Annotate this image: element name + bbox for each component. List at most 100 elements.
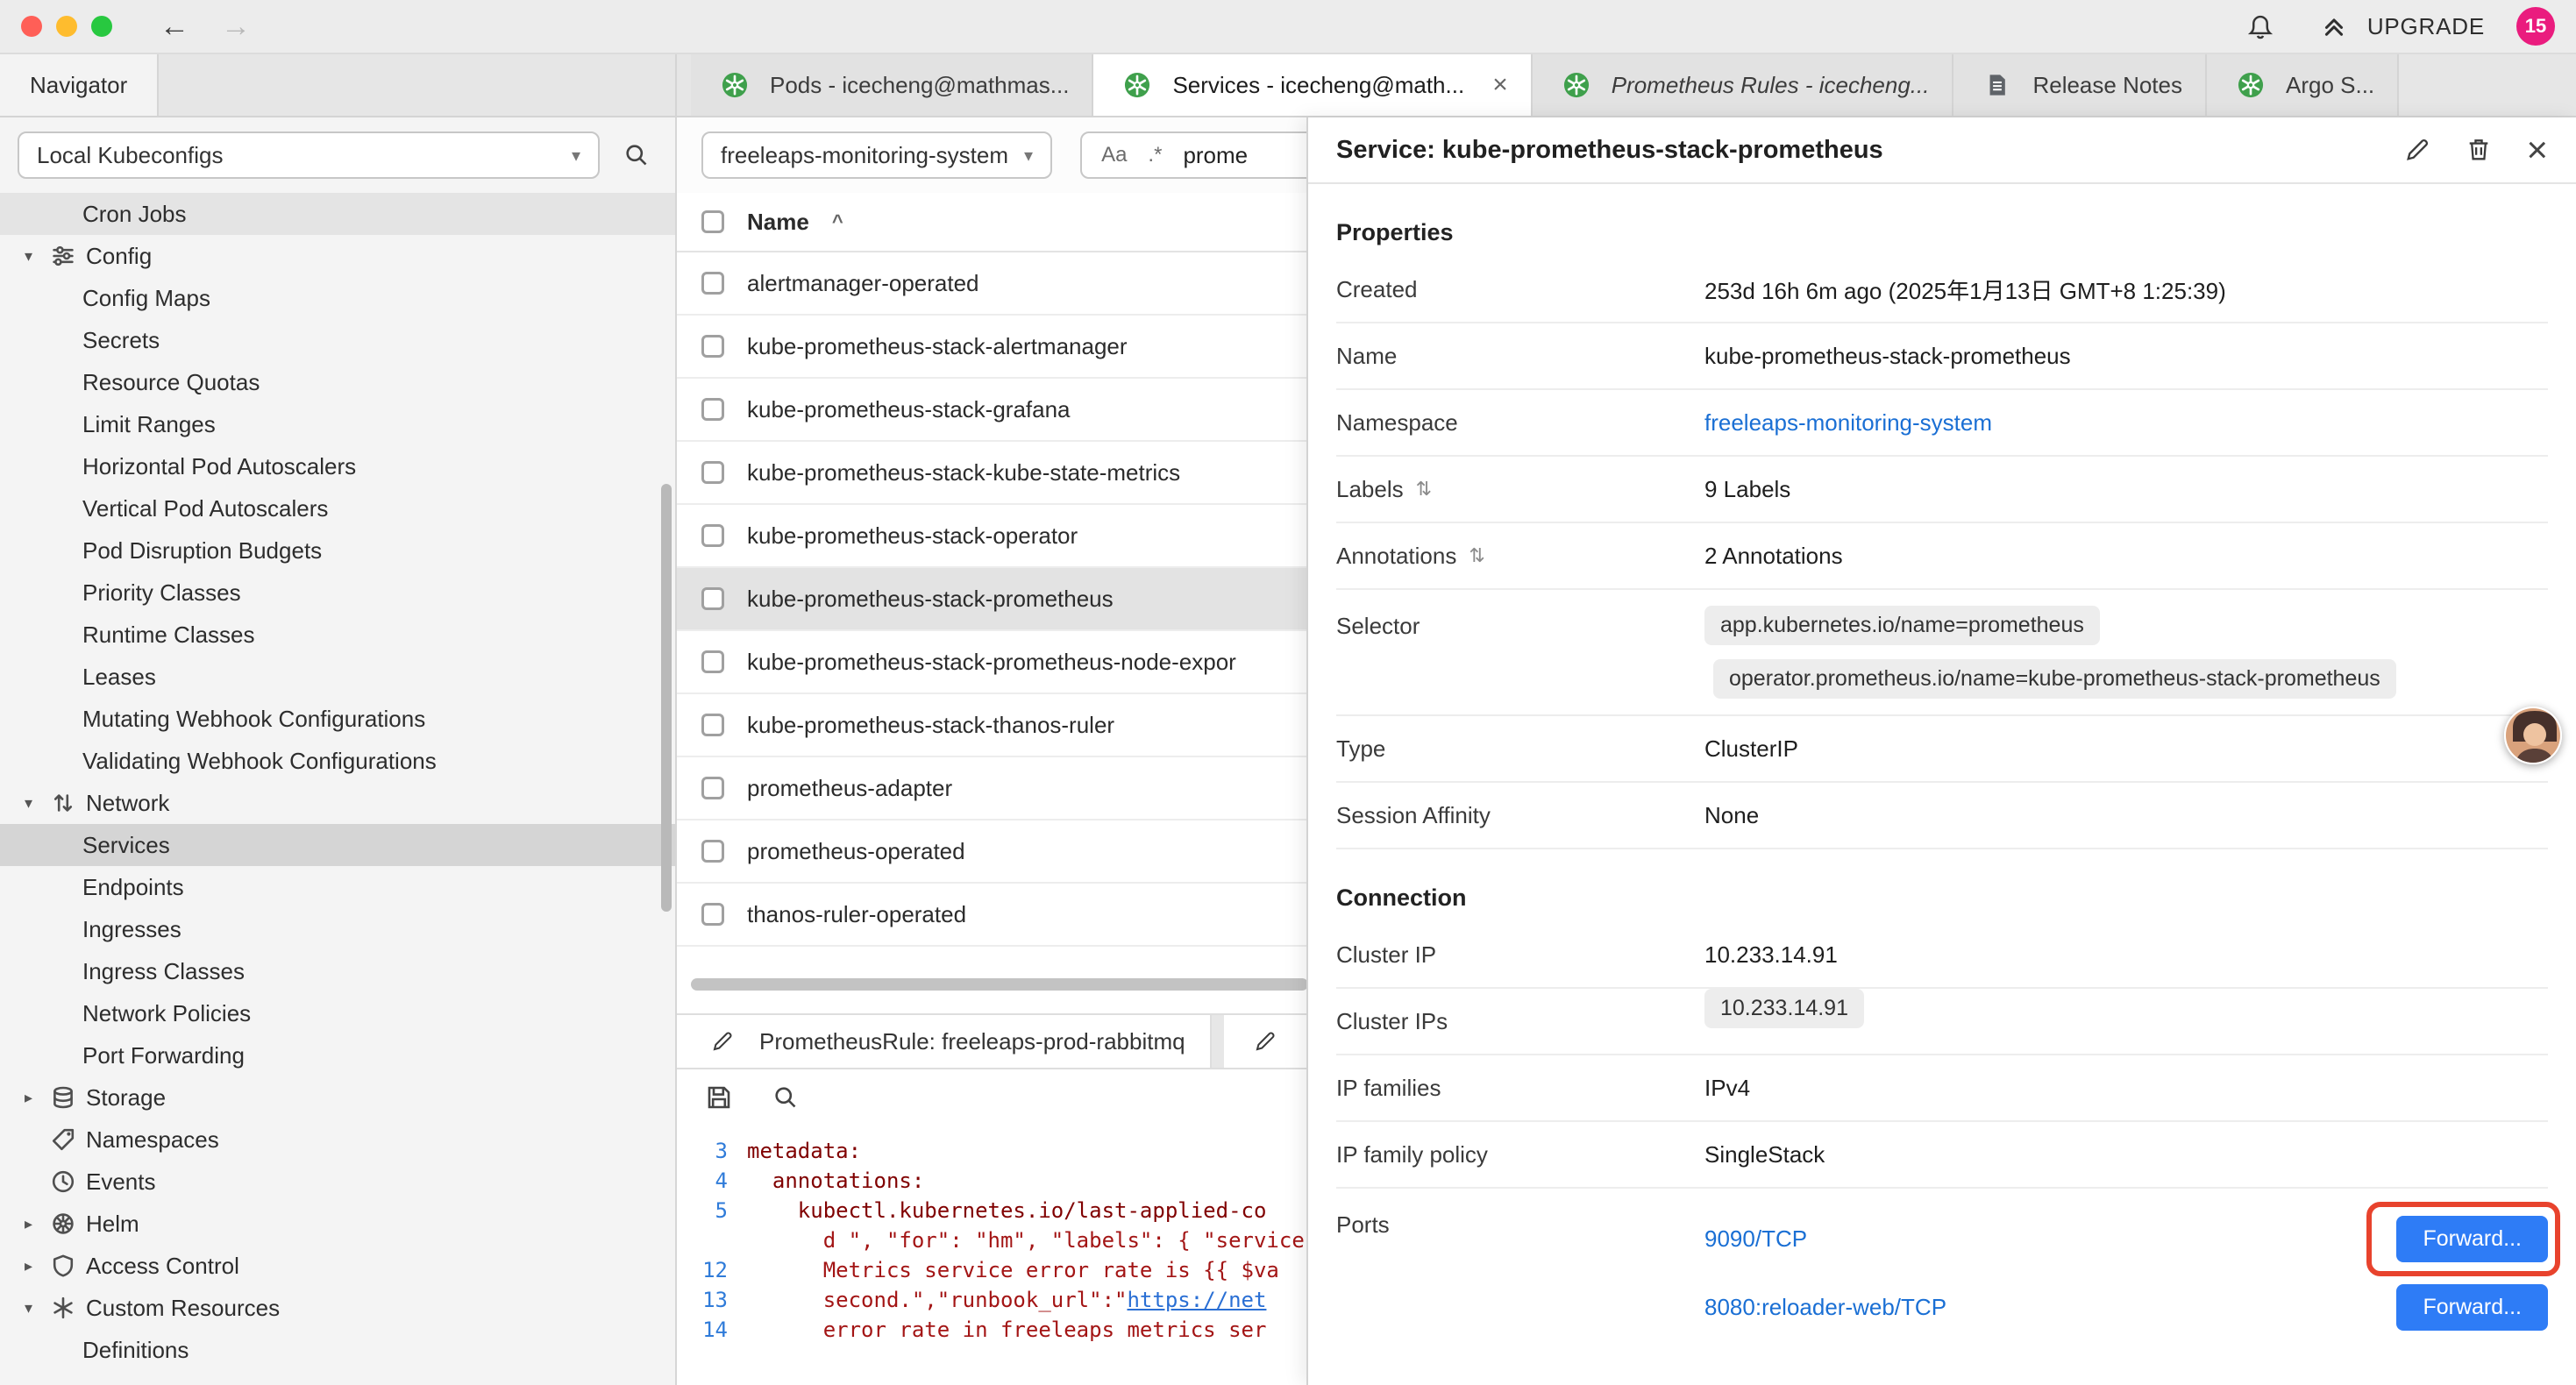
sidebar-item-config-maps[interactable]: Config Maps	[0, 277, 675, 319]
row-checkbox[interactable]	[701, 714, 724, 736]
sidebar-item-namespaces[interactable]: Namespaces	[0, 1119, 675, 1161]
sort-ascending-icon[interactable]: ^	[832, 210, 843, 233]
name-label: Name	[1336, 343, 1704, 370]
tab-prometheusrule-editor[interactable]: PrometheusRule: freeleaps-prod-rabbitmq	[677, 1015, 1212, 1068]
sidebar-item-leases[interactable]: Leases	[0, 656, 675, 698]
kubernetes-icon	[1555, 64, 1598, 106]
row-checkbox[interactable]	[701, 272, 724, 295]
row-checkbox[interactable]	[701, 650, 724, 673]
namespace-label: Namespace	[1336, 409, 1704, 437]
forward-button[interactable]: →	[221, 11, 251, 41]
upgrade-button[interactable]: UPGRADE	[2313, 5, 2485, 47]
sidebar-item-runtime-classes[interactable]: Runtime Classes	[0, 614, 675, 656]
back-button[interactable]: ←	[160, 11, 189, 41]
sidebar-item-network-policies[interactable]: Network Policies	[0, 992, 675, 1034]
kubeconfig-dropdown[interactable]: Local Kubeconfigs ▾	[18, 131, 600, 179]
sidebar-item-resource-quotas[interactable]: Resource Quotas	[0, 361, 675, 403]
namespace-link[interactable]: freeleaps-monitoring-system	[1704, 409, 1992, 437]
row-checkbox[interactable]	[701, 461, 724, 484]
regex-toggle[interactable]: .*	[1148, 143, 1162, 167]
name-column-header[interactable]: Name	[747, 209, 809, 236]
port-link-9090[interactable]: 9090/TCP	[1704, 1225, 1807, 1253]
sidebar-item-network[interactable]: ▾Network	[0, 782, 675, 824]
tab-argo[interactable]: Argo S...	[2207, 54, 2399, 116]
sidebar-item-pod-disruption-budgets[interactable]: Pod Disruption Budgets	[0, 529, 675, 572]
chevron-down-icon: ▾	[25, 1299, 51, 1318]
chevron-down-icon: ▾	[572, 145, 580, 167]
tab-release-notes[interactable]: Release Notes	[1953, 54, 2207, 116]
sidebar-item-config[interactable]: ▾Config	[0, 235, 675, 277]
type-row: Type ClusterIP	[1336, 716, 2548, 783]
name-row: Name kube-prometheus-stack-prometheus	[1336, 323, 2548, 390]
sidebar-item-ingress-classes[interactable]: Ingress Classes	[0, 950, 675, 992]
search-icon[interactable]	[616, 134, 658, 176]
row-checkbox[interactable]	[701, 777, 724, 799]
sidebar-item-custom-resources[interactable]: ▾Custom Resources	[0, 1287, 675, 1329]
tab-editor-partial[interactable]	[1224, 1015, 1308, 1068]
row-checkbox[interactable]	[701, 398, 724, 421]
service-name: prometheus-operated	[747, 838, 965, 865]
expand-updown-icon: ⇅	[1469, 544, 1484, 567]
ip-family-policy-value: SingleStack	[1704, 1141, 1825, 1168]
row-checkbox[interactable]	[701, 587, 724, 610]
notification-count-badge[interactable]: 15	[2516, 7, 2555, 46]
sidebar-item-label: Storage	[86, 1084, 166, 1112]
row-checkbox[interactable]	[701, 903, 724, 926]
labels-row[interactable]: Labels ⇅ 9 Labels	[1336, 457, 2548, 523]
close-window-button[interactable]	[21, 16, 42, 37]
sidebar-item-definitions[interactable]: Definitions	[0, 1329, 675, 1371]
tab-services[interactable]: Services - icecheng@math... ×	[1093, 54, 1532, 116]
sidebar-item-port-forwarding[interactable]: Port Forwarding	[0, 1034, 675, 1076]
sidebar-item-limit-ranges[interactable]: Limit Ranges	[0, 403, 675, 445]
forward-button-8080[interactable]: Forward...	[2396, 1284, 2548, 1331]
app-window: ← → UPGRADE 15 Navigator Pods - icecheng…	[0, 0, 2576, 1385]
sidebar-item-cron-jobs[interactable]: Cron Jobs	[0, 193, 675, 235]
line-number: 5	[677, 1198, 747, 1223]
sidebar-item-services[interactable]: Services	[0, 824, 675, 866]
edit-icon[interactable]	[2403, 136, 2431, 164]
service-name: kube-prometheus-stack-prometheus	[747, 586, 1114, 613]
port-link-8080[interactable]: 8080:reloader-web/TCP	[1704, 1294, 1946, 1321]
tab-prometheus-rules[interactable]: Prometheus Rules - icecheng...	[1533, 54, 1954, 116]
upgrade-icon	[2313, 5, 2355, 47]
close-icon[interactable]: ×	[2526, 131, 2548, 168]
tab-pods[interactable]: Pods - icecheng@mathmas...	[691, 54, 1093, 116]
close-tab-icon[interactable]: ×	[1492, 72, 1508, 98]
titlebar: ← → UPGRADE 15	[0, 0, 2576, 54]
kubernetes-icon	[2230, 64, 2272, 106]
namespace-filter-dropdown[interactable]: freeleaps-monitoring-system ▾	[701, 131, 1052, 179]
bell-icon[interactable]	[2239, 5, 2281, 47]
row-checkbox[interactable]	[701, 524, 724, 547]
save-icon[interactable]	[698, 1076, 740, 1119]
line-number: 3	[677, 1139, 747, 1163]
sidebar-item-secrets[interactable]: Secrets	[0, 319, 675, 361]
editor-search-icon[interactable]	[765, 1076, 807, 1119]
tab-navigator[interactable]: Navigator	[0, 54, 159, 116]
sidebar-item-validating-webhook-configurations[interactable]: Validating Webhook Configurations	[0, 740, 675, 782]
sidebar-item-access-control[interactable]: ▸Access Control	[0, 1245, 675, 1287]
sidebar-item-helm[interactable]: ▸Helm	[0, 1203, 675, 1245]
forward-button-9090[interactable]: Forward...	[2396, 1216, 2548, 1262]
line-number: 12	[677, 1258, 747, 1282]
sidebar-item-priority-classes[interactable]: Priority Classes	[0, 572, 675, 614]
sidebar-item-storage[interactable]: ▸Storage	[0, 1076, 675, 1119]
sidebar-item-mutating-webhook-configurations[interactable]: Mutating Webhook Configurations	[0, 698, 675, 740]
minimize-window-button[interactable]	[56, 16, 77, 37]
sidebar-item-horizontal-pod-autoscalers[interactable]: Horizontal Pod Autoscalers	[0, 445, 675, 487]
zoom-window-button[interactable]	[91, 16, 112, 37]
sidebar-item-events[interactable]: Events	[0, 1161, 675, 1203]
namespace-filter-value: freeleaps-monitoring-system	[721, 142, 1008, 169]
avatar[interactable]	[2504, 707, 2562, 764]
sidebar-item-vertical-pod-autoscalers[interactable]: Vertical Pod Autoscalers	[0, 487, 675, 529]
navigator-scrollbar[interactable]	[661, 484, 672, 912]
sidebar-item-ingresses[interactable]: Ingresses	[0, 908, 675, 950]
sidebar-item-label: Secrets	[82, 327, 160, 354]
row-checkbox[interactable]	[701, 335, 724, 358]
trash-icon[interactable]	[2465, 136, 2493, 164]
match-case-toggle[interactable]: Aa	[1101, 143, 1127, 167]
horizontal-scrollbar-thumb[interactable]	[691, 978, 1308, 991]
select-all-checkbox[interactable]	[701, 210, 724, 233]
sidebar-item-endpoints[interactable]: Endpoints	[0, 866, 675, 908]
annotations-row[interactable]: Annotations ⇅ 2 Annotations	[1336, 523, 2548, 590]
row-checkbox[interactable]	[701, 840, 724, 863]
